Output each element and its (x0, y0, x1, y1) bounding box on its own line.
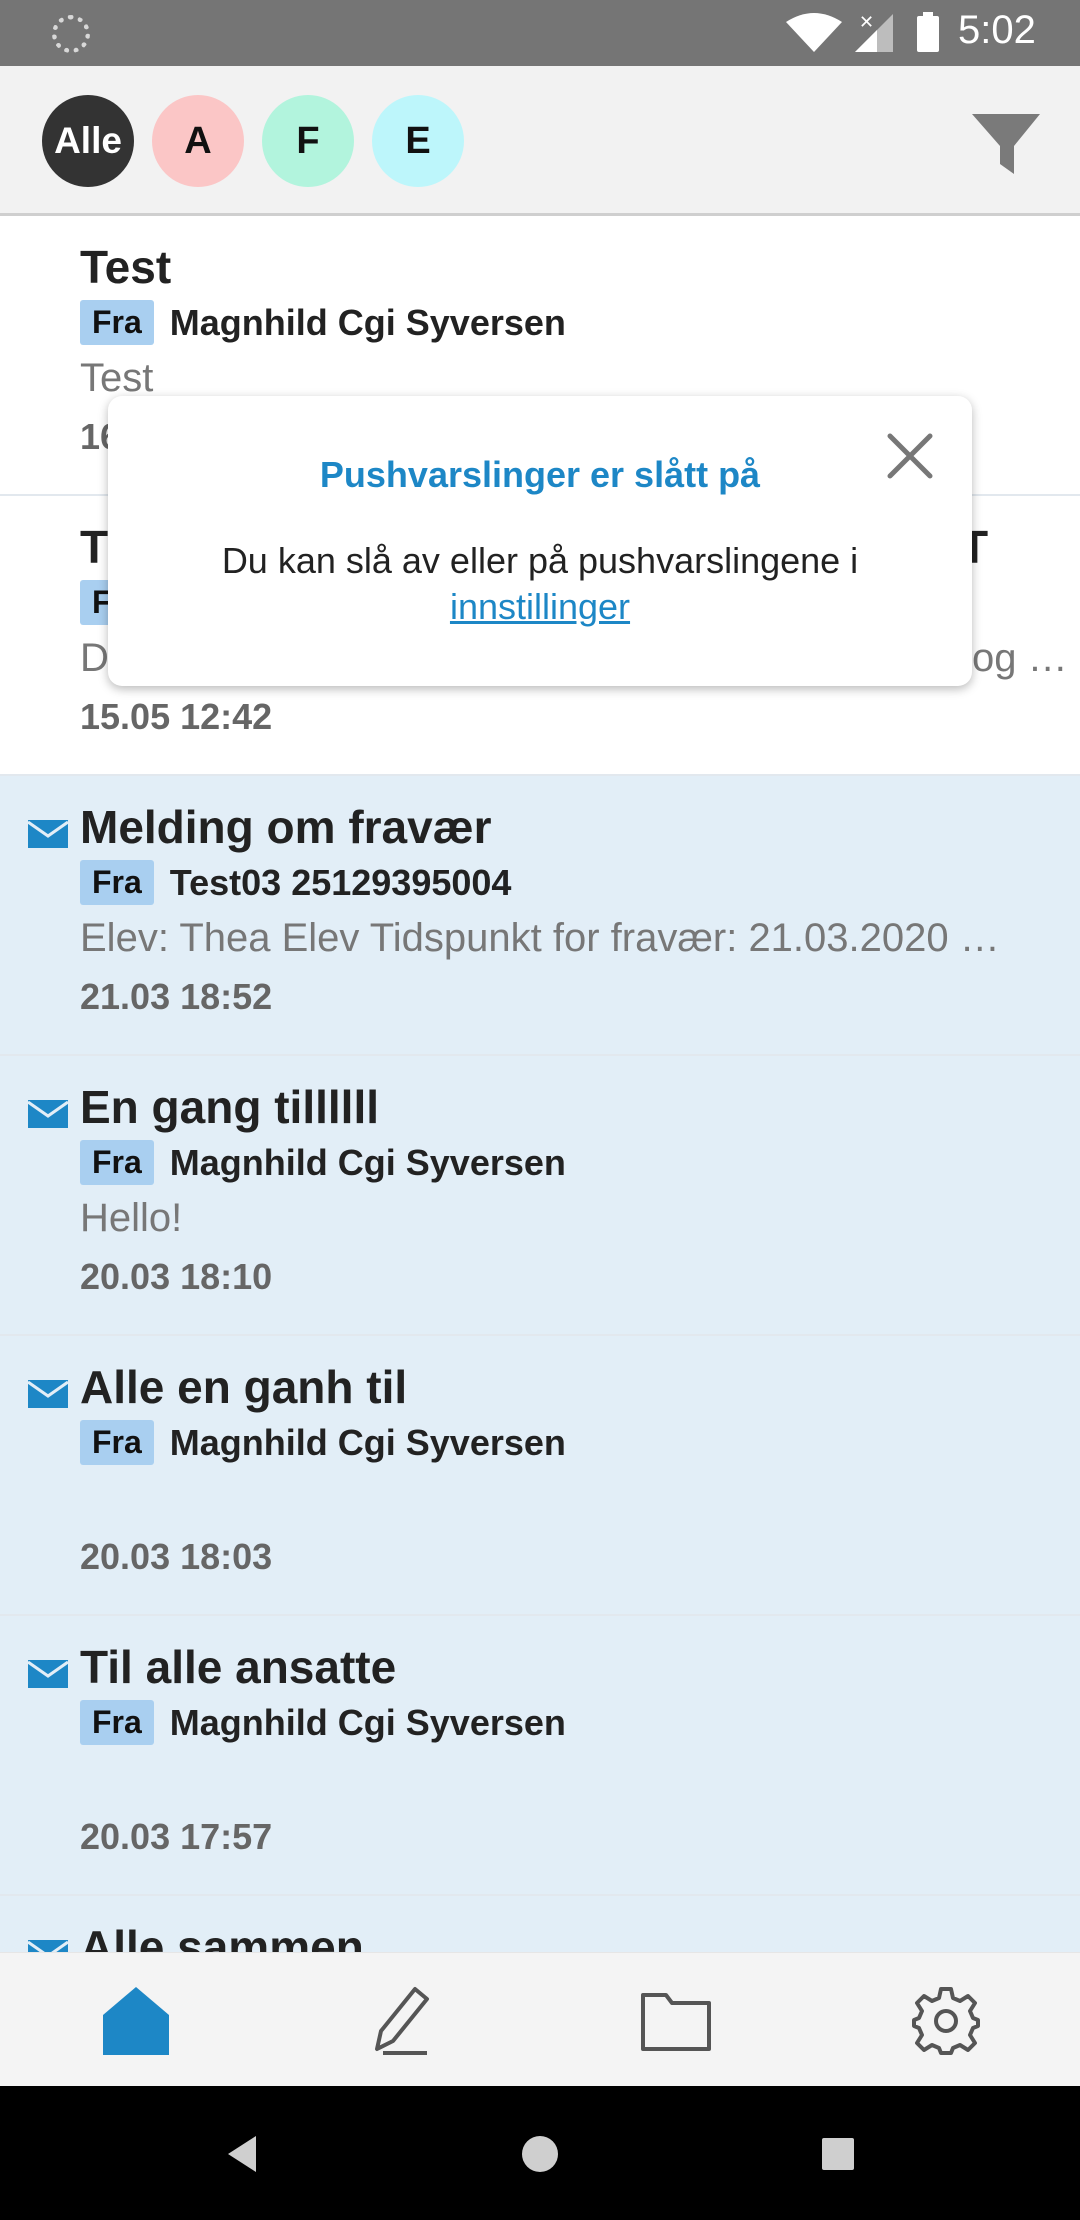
nav-compose[interactable] (362, 1981, 442, 2061)
message-title: Melding om fravær (80, 801, 492, 853)
from-badge: Fra (80, 1700, 154, 1745)
home-circle-icon (522, 2136, 558, 2172)
app-screen: ✕ 5:02 Alle A F E Test Fra Magnhild Cgi … (0, 0, 1080, 2220)
status-time: 5:02 (958, 8, 1036, 52)
message-from: Fra Magnhild Cgi Syversen (80, 1700, 566, 1745)
system-navigation-bar (0, 2086, 1080, 2220)
message-date: 20.03 18:03 (80, 1536, 273, 1577)
filter-chip-f[interactable]: F (262, 95, 354, 187)
message-title: Alle sammen (80, 1921, 364, 1952)
home-icon (103, 1987, 169, 2055)
message-preview: Test (80, 356, 154, 400)
home-system-button[interactable] (512, 2126, 568, 2182)
message-sender: Magnhild Cgi Syversen (169, 1421, 566, 1463)
message-item[interactable]: Alle en ganh til Fra Magnhild Cgi Syvers… (0, 1336, 1080, 1616)
filter-chip-e[interactable]: E (372, 95, 464, 187)
from-badge: Fra (80, 1420, 154, 1465)
dialog-text: Du kan slå av eller på pushvarslingene i (221, 540, 859, 581)
message-title: Test (80, 241, 172, 293)
nav-home[interactable] (96, 1981, 176, 2061)
from-badge: Fra (80, 1140, 154, 1185)
mail-icon (28, 820, 68, 848)
message-title: Alle en ganh til (80, 1361, 408, 1413)
status-bar: ✕ 5:02 (0, 0, 1080, 66)
message-date: 20.03 18:10 (80, 1256, 273, 1297)
battery-icon (917, 12, 939, 52)
message-item[interactable]: Til alle ansatte Fra Magnhild Cgi Syvers… (0, 1616, 1080, 1896)
filter-icon[interactable] (970, 108, 1042, 180)
mail-icon (28, 1100, 68, 1128)
filter-bar: Alle A F E (0, 66, 1080, 216)
filter-chip-a[interactable]: A (152, 95, 244, 187)
nav-settings[interactable] (906, 1981, 986, 2061)
from-badge: Fra (80, 860, 154, 905)
message-item[interactable]: Melding om fravær Fra Test03 25129395004… (0, 776, 1080, 1056)
message-sender: Magnhild Cgi Syversen (169, 1701, 566, 1743)
message-sender: Magnhild Cgi Syversen (169, 1141, 566, 1183)
message-date: 21.03 18:52 (80, 976, 273, 1017)
message-preview: Elev: Thea Elev Tidspunkt for fravær: 21… (80, 916, 1000, 960)
message-from: Fra Magnhild Cgi Syversen (80, 300, 566, 345)
dialog-message: Du kan slå av eller på pushvarslingene i… (148, 538, 932, 630)
mail-icon (28, 1940, 68, 1952)
svg-text:✕: ✕ (859, 12, 874, 33)
push-notification-dialog: Pushvarslinger er slått på Du kan slå av… (108, 396, 972, 686)
message-date: 20.03 17:57 (80, 1816, 273, 1857)
message-sender: Magnhild Cgi Syversen (169, 301, 566, 343)
dialog-title: Pushvarslinger er slått på (319, 454, 761, 495)
settings-icon (912, 1987, 980, 2055)
back-button[interactable] (214, 2126, 270, 2182)
folder-icon (641, 1993, 711, 2051)
back-icon (228, 2136, 256, 2172)
message-title: Til alle ansatte (80, 1641, 397, 1693)
message-preview-end: og f… (972, 636, 1072, 680)
message-title: En gang tillllll (80, 1081, 379, 1133)
compose-icon (375, 1987, 429, 2055)
wifi-icon (786, 13, 842, 52)
recents-button[interactable] (810, 2126, 866, 2182)
recents-icon (822, 2138, 854, 2170)
mail-icon (28, 1380, 68, 1408)
settings-link[interactable]: innstillinger (450, 586, 630, 627)
signal-icon: ✕ (855, 12, 893, 52)
message-from: Fra Magnhild Cgi Syversen (80, 1420, 566, 1465)
message-sender: Test03 25129395004 (169, 861, 512, 903)
message-item[interactable]: En gang tillllll Fra Magnhild Cgi Syvers… (0, 1056, 1080, 1336)
bottom-navigation (0, 1952, 1080, 2086)
filter-chip-alle[interactable]: Alle (42, 95, 134, 187)
message-from: Fra Test03 25129395004 (80, 860, 511, 905)
message-preview: Hello! (80, 1196, 183, 1240)
loading-spinner-icon (52, 15, 90, 53)
mail-icon (28, 1660, 68, 1688)
message-item[interactable]: Alle sammen (0, 1896, 1080, 1952)
message-from: Fra Magnhild Cgi Syversen (80, 1140, 566, 1185)
message-date: 15.05 12:42 (80, 696, 273, 737)
from-badge: Fra (80, 300, 154, 345)
nav-folders[interactable] (636, 1981, 716, 2061)
message-title: T (80, 521, 109, 573)
